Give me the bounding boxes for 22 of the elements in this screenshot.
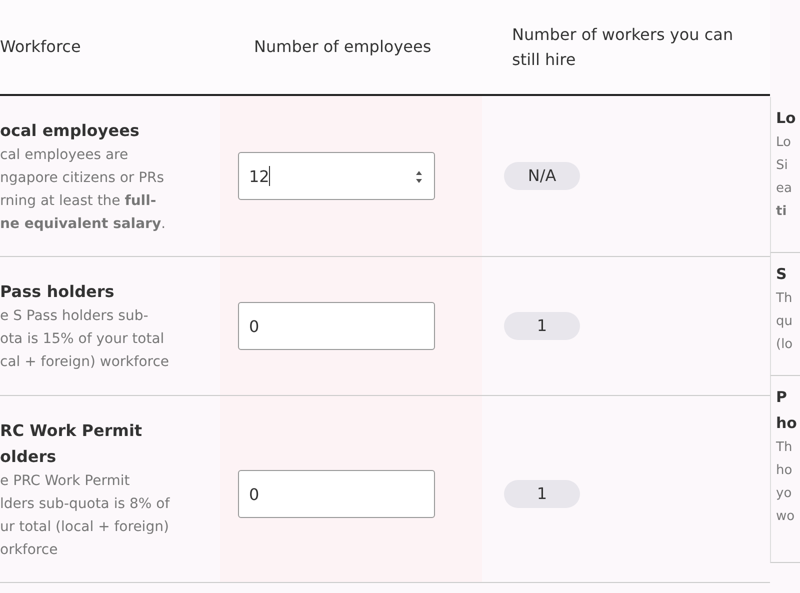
number-input[interactable]: 0 bbox=[238, 302, 435, 350]
number-input[interactable]: 12 bbox=[238, 152, 435, 200]
row-title: ocal employees bbox=[0, 120, 140, 142]
row-description: e PRC Work Permit lders sub-quota is 8% of ur total (local + foreign) orkforce bbox=[0, 472, 171, 560]
card-description: Th ho yo wo bbox=[776, 439, 796, 526]
row-description: cal employees are ngapore citizens or PRs rning at least the full- ne equivalent salary. bbox=[0, 146, 167, 234]
column-header: Number of employees bbox=[254, 37, 432, 56]
count-badge: N/A bbox=[504, 162, 580, 190]
count-badge: 1 bbox=[504, 312, 580, 340]
number-input[interactable]: 0 bbox=[238, 470, 435, 518]
row-description: e S Pass holders sub- ota is 15% of your total cal + foreign) workforce bbox=[0, 307, 170, 372]
card-description: Th qu (lo bbox=[776, 290, 794, 354]
column-header: Workforce bbox=[0, 37, 81, 56]
column-header: Number of workers you can still hire bbox=[512, 24, 734, 71]
row-title: Pass holders bbox=[0, 281, 116, 303]
spinner-icon[interactable] bbox=[414, 169, 424, 185]
card-title: S bbox=[776, 264, 788, 285]
card-description: Lo Si ea ti bbox=[776, 134, 793, 221]
row-title: RC Work Permit olders bbox=[0, 420, 144, 468]
count-badge: 1 bbox=[504, 480, 580, 508]
card-title: Lo bbox=[776, 108, 797, 129]
card-title: P ho bbox=[776, 387, 798, 434]
